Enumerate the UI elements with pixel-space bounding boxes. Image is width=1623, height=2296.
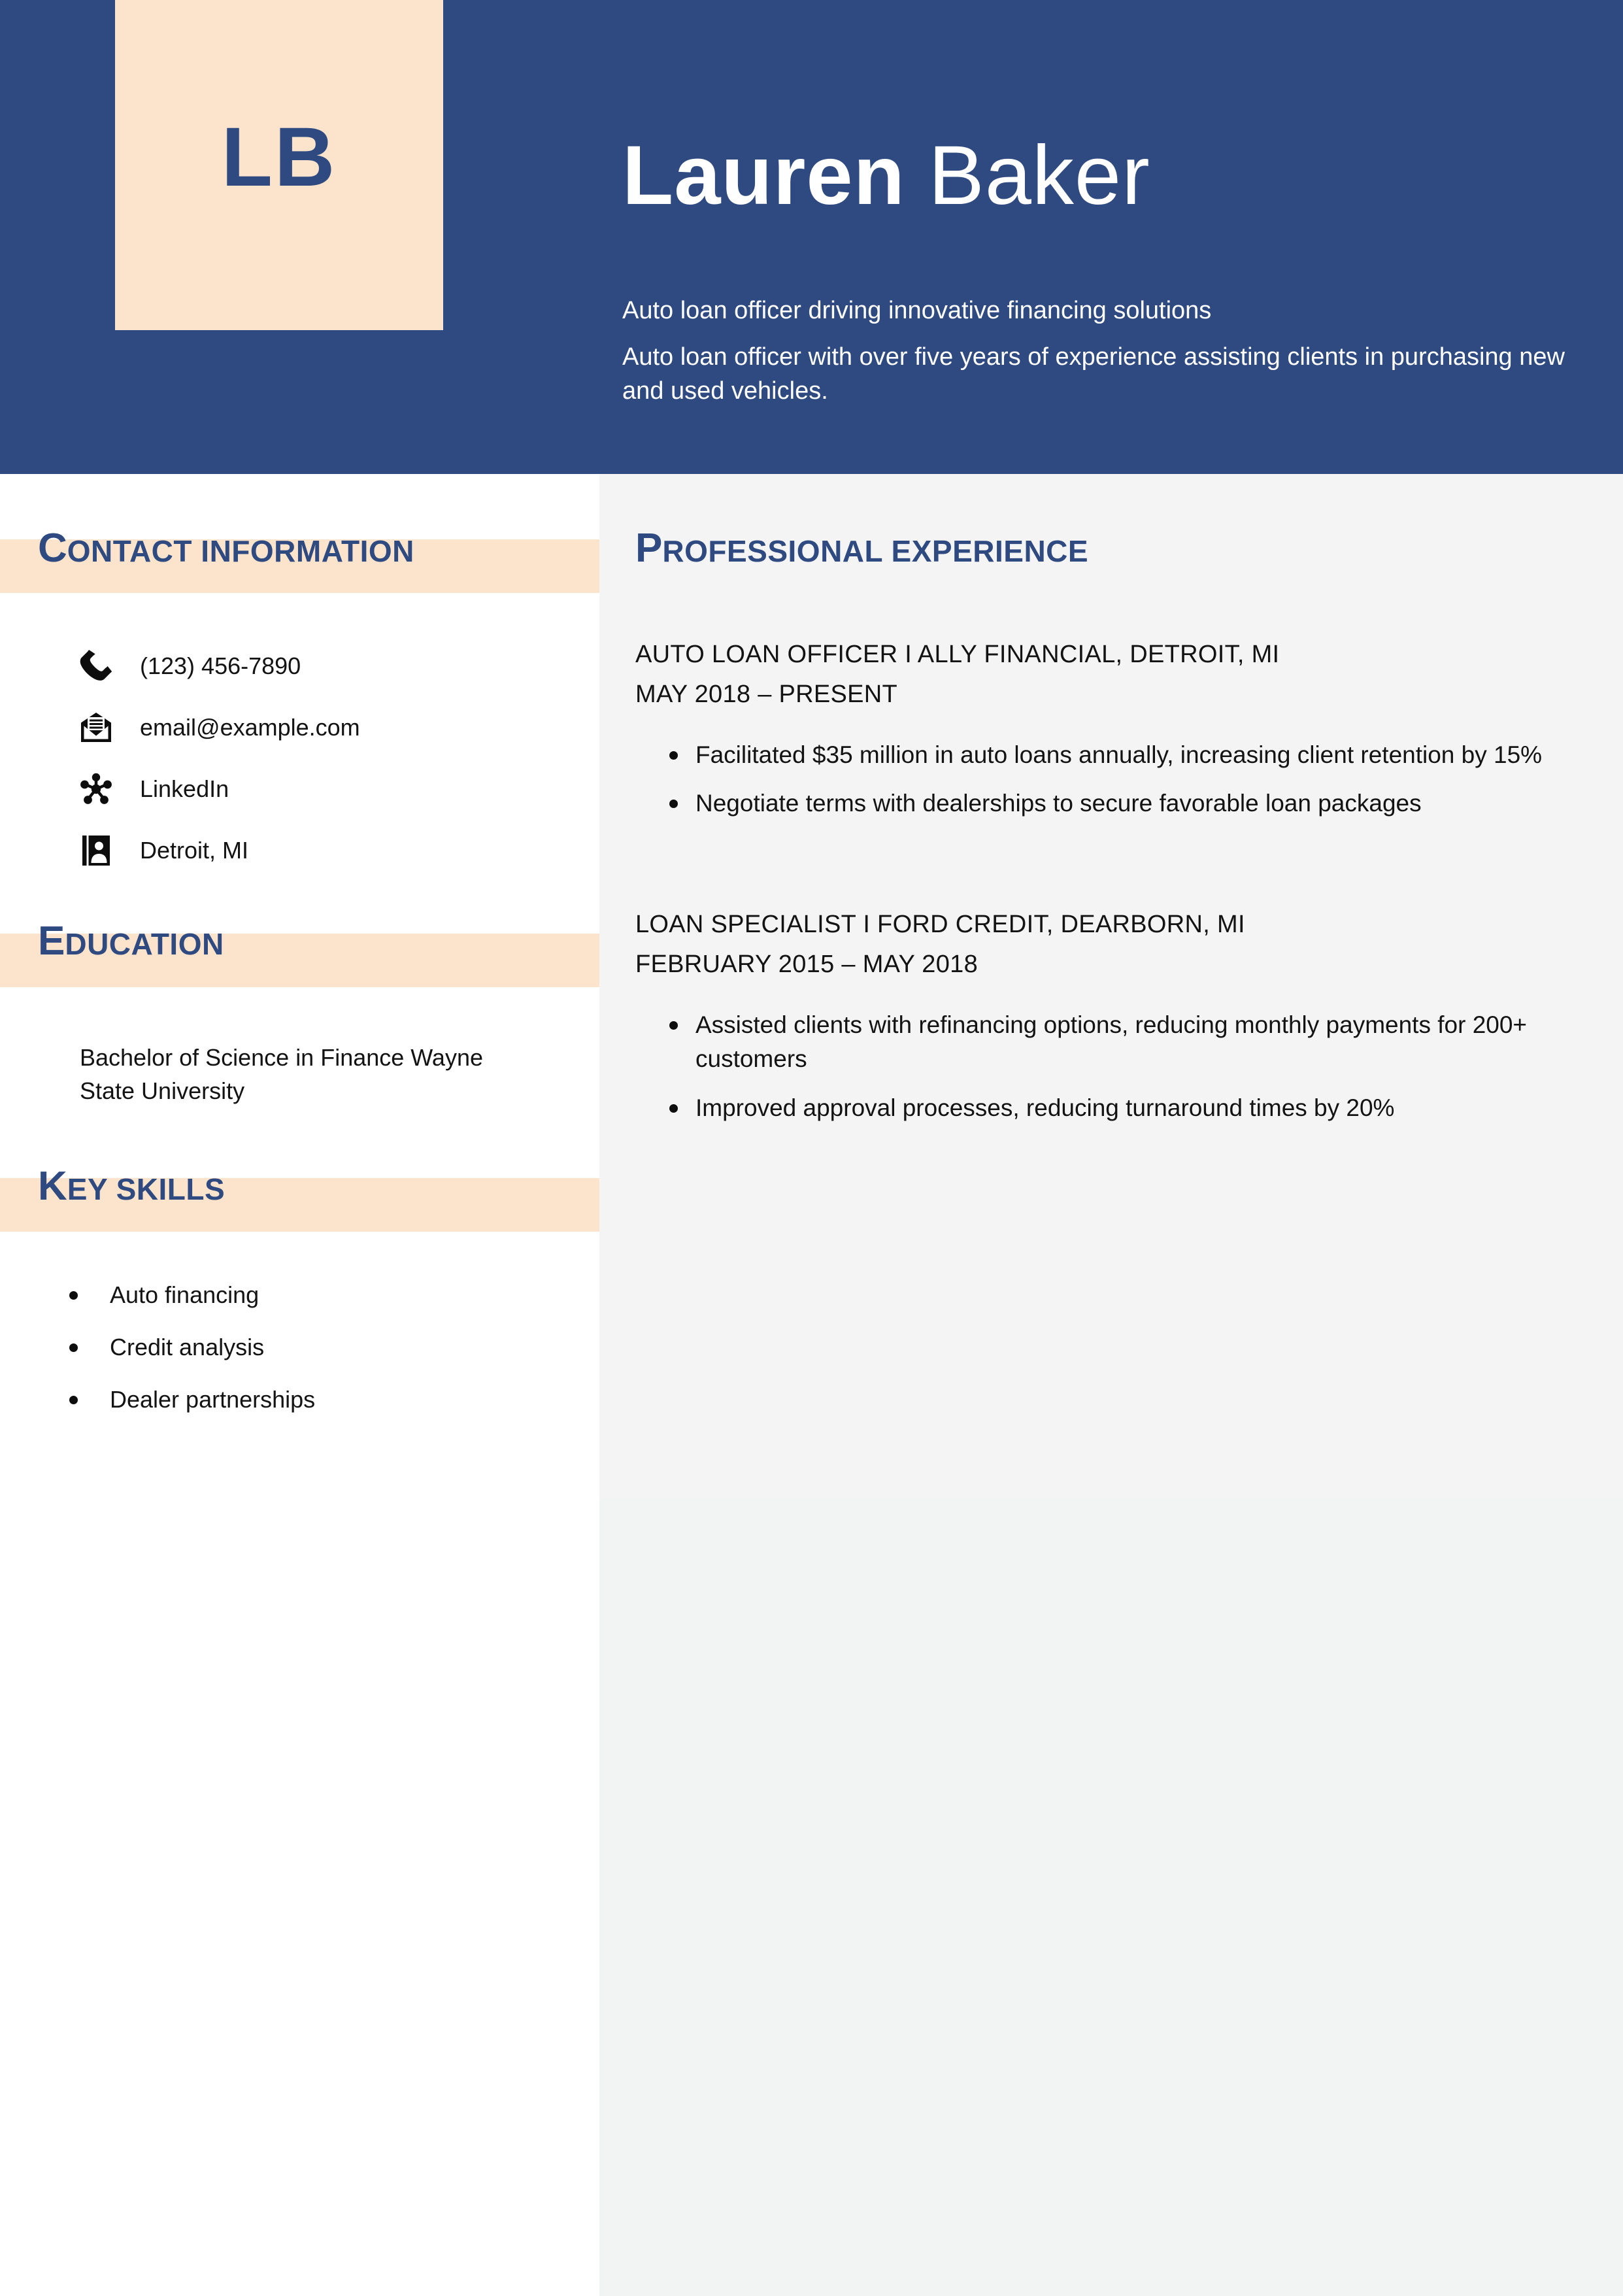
phone-icon: [77, 647, 115, 685]
linkedin-network-icon: [77, 770, 115, 808]
job-bullets: Assisted clients with refinancing option…: [635, 1008, 1570, 1126]
phone-number: (123) 456-7890: [140, 652, 301, 679]
job-dates: FEBRUARY 2015 – MAY 2018: [635, 951, 979, 979]
list-item: Dealer partnerships: [64, 1385, 561, 1415]
contact-heading-rest: ONTACT INFORMATION: [67, 534, 414, 568]
location-label: Detroit, MI: [140, 837, 249, 864]
list-item: Facilitated $35 million in auto loans an…: [635, 738, 1570, 773]
first-name: Lauren: [622, 129, 905, 222]
education-heading-rest: DUCATION: [65, 927, 224, 961]
education-heading: EDUCATION: [38, 921, 224, 962]
experience-heading-capital: P: [635, 526, 663, 571]
experience-heading: PROFESSIONAL EXPERIENCE: [635, 528, 1088, 569]
email-address: email@example.com: [140, 714, 360, 741]
linkedin-label: LinkedIn: [140, 775, 229, 802]
key-skills-heading-capital: K: [38, 1164, 67, 1209]
full-name: Lauren Baker: [622, 134, 1590, 218]
key-skills-heading: KEY SKILLS: [38, 1166, 225, 1207]
list-item: Improved approval processes, reducing tu…: [635, 1091, 1570, 1126]
education-entry: Bachelor of Science in Finance Wayne Sta…: [80, 1044, 483, 1105]
key-skills-heading-rest: EY SKILLS: [67, 1172, 226, 1206]
job-title: LOAN SPECIALIST I FORD CREDIT, DEARBORN,…: [635, 911, 1245, 938]
job-dates: MAY 2018 – PRESENT: [635, 681, 898, 709]
headline-tagline: Auto loan officer driving innovative fin…: [622, 297, 1212, 324]
education-heading-capital: E: [38, 919, 65, 964]
list-item: Negotiate terms with dealerships to secu…: [635, 786, 1570, 821]
experience-job-1: AUTO LOAN OFFICER I ALLY FINANCIAL, DETR…: [635, 637, 1570, 836]
contact-item-email[interactable]: email@example.com: [77, 708, 360, 747]
experience-job-2: LOAN SPECIALIST I FORD CREDIT, DEARBORN,…: [635, 907, 1570, 1140]
experience-heading-rest: ROFESSIONAL EXPERIENCE: [662, 534, 1089, 568]
contact-item-phone[interactable]: (123) 456-7890: [77, 647, 301, 686]
professional-summary: Auto loan officer with over five years o…: [622, 343, 1565, 405]
resume-page: LB Lauren Baker Auto loan officer drivin…: [0, 0, 1623, 2296]
contact-item-location[interactable]: Detroit, MI: [77, 831, 248, 870]
last-name: Baker: [928, 129, 1150, 222]
list-item: Assisted clients with refinancing option…: [635, 1008, 1570, 1077]
job-bullets: Facilitated $35 million in auto loans an…: [635, 738, 1570, 821]
contact-heading: CONTACT INFORMATION: [38, 528, 414, 569]
monogram-initials: LB: [221, 110, 337, 204]
list-item: Credit analysis: [64, 1332, 561, 1363]
contact-item-linkedin[interactable]: LinkedIn: [77, 769, 229, 809]
monogram-logo: LB: [115, 0, 443, 330]
location-badge-icon: [77, 832, 115, 869]
list-item: Auto financing: [64, 1280, 561, 1311]
email-icon: [77, 709, 115, 747]
header-banner: LB Lauren Baker Auto loan officer drivin…: [0, 0, 1623, 474]
contact-heading-capital: C: [38, 526, 67, 571]
key-skills-list: Auto financing Credit analysis Dealer pa…: [64, 1280, 561, 1436]
job-title: AUTO LOAN OFFICER I ALLY FINANCIAL, DETR…: [635, 641, 1280, 668]
main-column-panel-lower: [599, 1498, 1623, 2296]
